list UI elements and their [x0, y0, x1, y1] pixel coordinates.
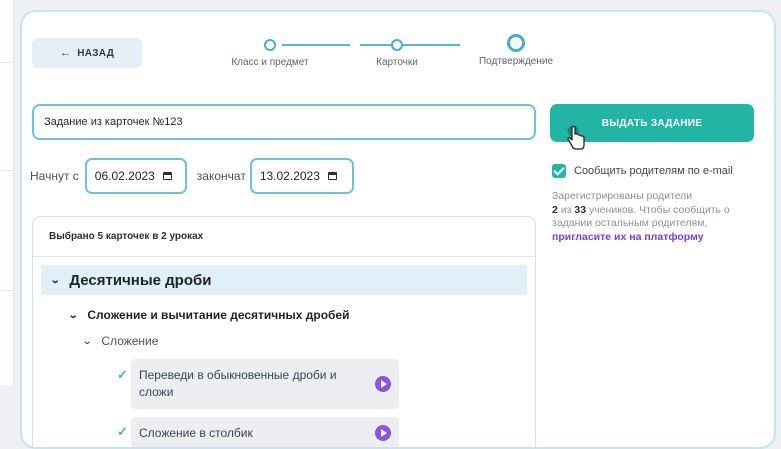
notify-checkbox[interactable] [552, 164, 566, 178]
left-side-panel [0, 0, 14, 386]
step-label: Карточки [376, 57, 418, 68]
left-panel-divider [0, 290, 14, 291]
end-date-value: 13.02.2023 [259, 169, 320, 183]
step-dot [264, 39, 276, 51]
check-icon: ✓ [117, 367, 128, 382]
chevron-down-icon: ⌄ [49, 274, 61, 286]
start-date-value: 06.02.2023 [94, 169, 155, 183]
progress-stepper: Класс и предмет Карточки Подтверждение [222, 34, 562, 74]
step-dot [391, 39, 403, 51]
parents-info-text: Зарегистрированы родители 2 из 33 ученик… [552, 190, 752, 244]
subtopic-label: Сложение [101, 334, 159, 348]
tree-topic-row[interactable]: ⌄ Десятичные дроби [41, 265, 527, 295]
step-class-subject[interactable]: Класс и предмет [210, 34, 330, 68]
assignment-card: ← НАЗАД Класс и предмет Карточки Подтвер… [20, 10, 776, 449]
start-date-label: Начнут с [30, 169, 79, 183]
back-button-label: НАЗАД [77, 47, 115, 59]
selected-cards-tree: Выбрано 5 карточек в 2 уроках ⌄ Десятичн… [32, 216, 536, 447]
left-panel-divider [0, 170, 14, 171]
chevron-down-icon: ⌄ [67, 309, 79, 321]
topic-label: Десятичные дроби [69, 271, 212, 289]
tree-subtopic-row[interactable]: ⌄ Сложение [81, 329, 159, 353]
card-item[interactable]: Переведи в обыкновенные дроби и сложи [131, 359, 399, 409]
arrow-left-icon: ← [59, 47, 72, 59]
notify-parents-row[interactable]: Сообщить родителям по e-mail [552, 164, 733, 178]
invite-parents-link[interactable]: пригласите их на платформу [552, 231, 704, 243]
step-label: Подтверждение [478, 56, 554, 67]
card-item-label: Сложение в столбик [139, 425, 253, 440]
step-label: Класс и предмет [231, 57, 309, 68]
left-panel-divider [0, 62, 14, 63]
hand-cursor-icon [567, 125, 585, 150]
date-range-row: Начнут с 06.02.2023 закончат 13.02.2023 [30, 156, 354, 196]
issue-task-label: ВЫДАТЬ ЗАДАНИЕ [601, 117, 703, 129]
play-icon[interactable] [375, 376, 391, 392]
lesson-label: Сложение и вычитание десятичных дробей [87, 308, 350, 322]
check-icon: ✓ [117, 424, 128, 439]
tree-lesson-row[interactable]: ⌄ Сложение и вычитание десятичных дробей [67, 303, 350, 327]
back-button[interactable]: ← НАЗАД [32, 38, 142, 68]
end-date-label: закончат [196, 169, 246, 183]
calendar-icon [162, 172, 172, 180]
total-students-count: 33 [574, 203, 587, 216]
step-dot-current [507, 34, 525, 52]
notify-label: Сообщить родителям по e-mail [574, 165, 733, 177]
chevron-down-icon: ⌄ [81, 335, 93, 347]
end-date-field[interactable]: 13.02.2023 [249, 158, 354, 194]
parents-info-of: из [557, 203, 575, 216]
task-name-input[interactable] [32, 104, 536, 140]
play-icon[interactable] [375, 425, 391, 441]
calendar-icon [327, 172, 337, 180]
step-confirmation[interactable]: Подтверждение [456, 34, 576, 67]
start-date-field[interactable]: 06.02.2023 [84, 158, 187, 194]
card-item[interactable]: Сложение в столбик [131, 417, 399, 447]
step-cards[interactable]: Карточки [337, 34, 457, 68]
parents-info-line: Зарегистрированы родители [552, 190, 693, 202]
selection-summary: Выбрано 5 карточек в 2 уроках [33, 217, 535, 257]
card-item-label: Переведи в обыкновенные дроби и сложи [139, 368, 337, 399]
